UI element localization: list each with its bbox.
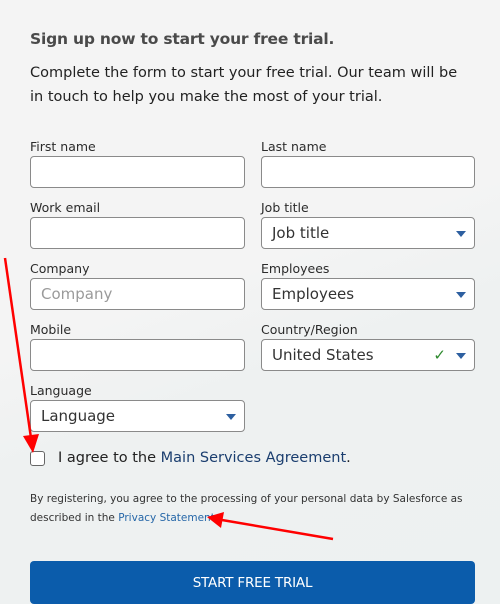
signup-heading: Sign up now to start your free trial.: [30, 30, 335, 48]
privacy-statement-link[interactable]: Privacy Statement: [118, 512, 215, 524]
first-name-label: First name: [30, 139, 96, 154]
country-label: Country/Region: [261, 322, 358, 337]
checkmark-icon: ✓: [433, 346, 446, 364]
mobile-label: Mobile: [30, 322, 72, 337]
language-label: Language: [30, 383, 92, 398]
work-email-input[interactable]: [30, 217, 245, 249]
intro-text: Complete the form to start your free tri…: [30, 65, 458, 105]
last-name-input[interactable]: [261, 156, 475, 188]
agreement-suffix: .: [346, 450, 351, 466]
chevron-down-icon: [226, 414, 236, 420]
chevron-down-icon: [456, 353, 466, 359]
legal-suffix: .: [214, 512, 219, 524]
company-input[interactable]: [30, 278, 245, 310]
chevron-down-icon: [456, 292, 466, 298]
job-title-select[interactable]: Job title: [261, 217, 475, 249]
legal-notice: By registering, you agree to the process…: [30, 490, 470, 528]
job-title-label: Job title: [261, 200, 309, 215]
start-free-trial-button[interactable]: START FREE TRIAL: [30, 561, 475, 604]
company-label: Company: [30, 261, 90, 276]
language-select[interactable]: Language: [30, 400, 245, 432]
job-title-value: Job title: [272, 224, 330, 242]
arrow-shaft: [3, 257, 33, 439]
agreement-text: I agree to the Main Services Agreement.: [58, 450, 351, 466]
agreement-prefix: I agree to the: [58, 450, 161, 466]
employees-label: Employees: [261, 261, 330, 276]
country-select[interactable]: United States ✓: [261, 339, 475, 371]
last-name-label: Last name: [261, 139, 327, 154]
legal-text: By registering, you agree to the process…: [30, 493, 463, 524]
employees-value: Employees: [272, 285, 355, 303]
chevron-down-icon: [456, 231, 466, 237]
country-value: United States: [272, 346, 374, 364]
employees-select[interactable]: Employees: [261, 278, 475, 310]
agreement-checkbox[interactable]: [30, 451, 45, 466]
work-email-label: Work email: [30, 200, 101, 215]
mobile-input[interactable]: [30, 339, 245, 371]
first-name-input[interactable]: [30, 156, 245, 188]
main-services-agreement-link[interactable]: Main Services Agreement: [161, 450, 347, 466]
language-value: Language: [41, 407, 116, 425]
